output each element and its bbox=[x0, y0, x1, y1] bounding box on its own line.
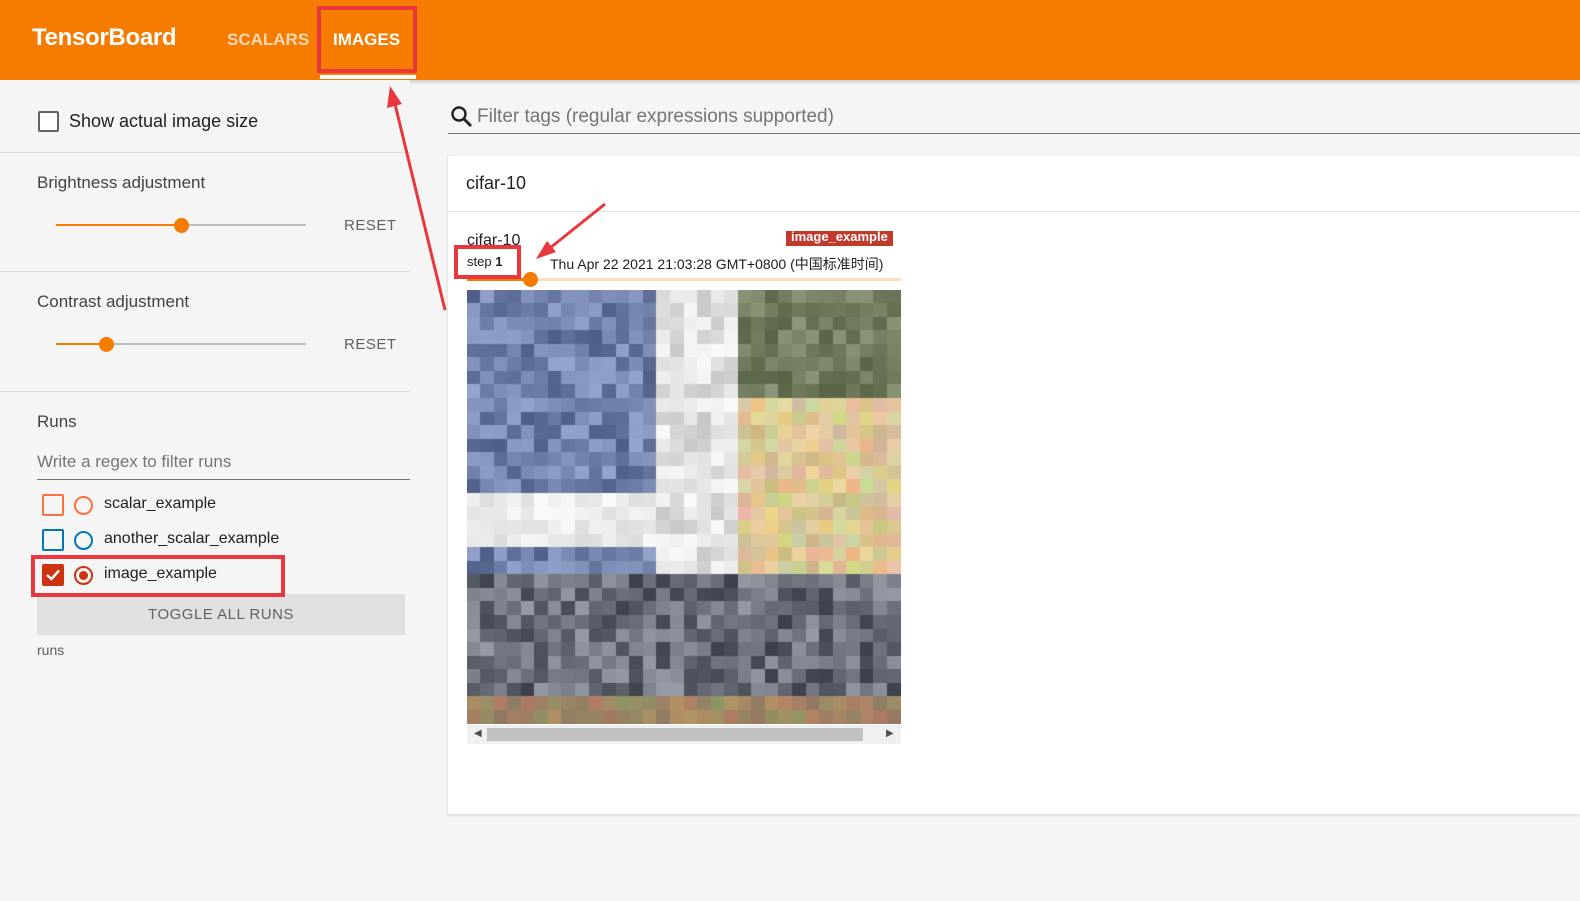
divider bbox=[0, 152, 410, 153]
show-actual-size-label[interactable]: Show actual image size bbox=[69, 111, 258, 132]
show-actual-size-checkbox[interactable] bbox=[38, 111, 59, 132]
tag-group-card: cifar-10 cifar-10 image_example step 1 T… bbox=[448, 156, 1580, 814]
run-checkbox[interactable] bbox=[42, 494, 64, 516]
toggle-all-runs-button[interactable]: TOGGLE ALL RUNS bbox=[37, 594, 405, 635]
top-app-bar: TensorBoard SCALARS IMAGES bbox=[0, 0, 1580, 80]
runs-title: Runs bbox=[37, 412, 77, 431]
run-row-scalar-example[interactable]: scalar_example bbox=[42, 492, 402, 518]
tag-group-title: cifar-10 bbox=[466, 173, 527, 193]
scroll-right-arrow-icon[interactable]: ▶ bbox=[886, 728, 894, 739]
image-timestamp: Thu Apr 22 2021 21:03:28 GMT+0800 (中国标准时… bbox=[550, 256, 884, 272]
tag-group-header[interactable]: cifar-10 bbox=[448, 156, 1580, 212]
divider bbox=[0, 271, 410, 272]
run-checkbox[interactable] bbox=[42, 529, 64, 551]
brightness-slider-knob[interactable] bbox=[174, 218, 189, 233]
run-label: scalar_example bbox=[104, 495, 217, 512]
run-row-another-scalar-example[interactable]: another_scalar_example bbox=[42, 527, 402, 553]
run-filter-input[interactable]: Write a regex to filter runs bbox=[37, 450, 410, 480]
cifar-image bbox=[467, 290, 901, 724]
sidebar: Show actual image size Brightness adjust… bbox=[0, 80, 410, 901]
annotation-highlight-step bbox=[454, 245, 521, 279]
image-horizontal-scrollbar[interactable]: ◀ ▶ bbox=[467, 725, 901, 744]
scrollbar-thumb[interactable] bbox=[487, 728, 863, 741]
runs-directory-label: runs bbox=[37, 642, 65, 658]
run-chip: image_example bbox=[786, 231, 893, 246]
contrast-reset-button[interactable]: RESET bbox=[344, 336, 397, 353]
run-radio[interactable] bbox=[74, 531, 93, 550]
annotation-highlight-images-tab bbox=[317, 6, 417, 73]
run-radio[interactable] bbox=[74, 496, 93, 515]
search-icon bbox=[451, 106, 472, 127]
tag-filter-input[interactable]: Filter tags (regular expressions support… bbox=[448, 100, 1580, 134]
divider bbox=[0, 391, 410, 392]
tab-scalars[interactable]: SCALARS bbox=[227, 30, 309, 50]
contrast-title: Contrast adjustment bbox=[37, 292, 190, 311]
tag-filter-placeholder: Filter tags (regular expressions support… bbox=[477, 106, 834, 127]
active-tab-indicator bbox=[320, 75, 416, 79]
annotation-highlight-image-run bbox=[31, 555, 285, 597]
run-label: another_scalar_example bbox=[104, 530, 280, 547]
contrast-slider-knob[interactable] bbox=[99, 337, 114, 352]
brightness-title: Brightness adjustment bbox=[37, 173, 206, 192]
brightness-slider-fill bbox=[56, 224, 181, 226]
app-title: TensorBoard bbox=[32, 24, 177, 51]
brightness-reset-button[interactable]: RESET bbox=[344, 217, 397, 234]
step-slider-knob[interactable] bbox=[523, 272, 538, 287]
scroll-left-arrow-icon[interactable]: ◀ bbox=[474, 728, 482, 739]
